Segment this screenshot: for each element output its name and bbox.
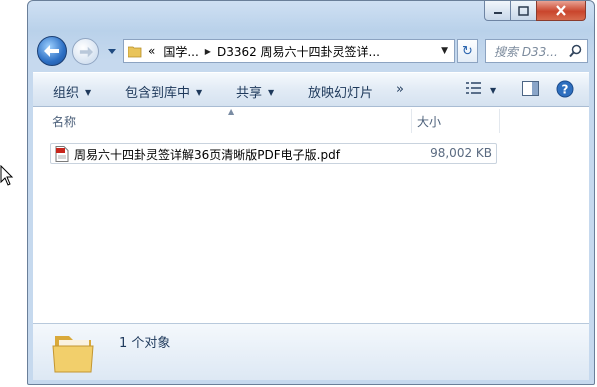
file-row[interactable]: 周易六十四卦灵签详解36页清晰版PDF电子版.pdf 98,002 KB xyxy=(50,143,497,164)
include-in-library-button[interactable]: 包含到库中 ▼ xyxy=(125,82,202,101)
help-button[interactable]: ? xyxy=(556,80,574,102)
navigation-bar: « 国学... ▶ D3362 周易六十四卦灵签详... ▼ ↻ 搜索 D33.… xyxy=(28,32,594,70)
refresh-icon: ↻ xyxy=(462,43,473,59)
help-icon: ? xyxy=(556,80,574,98)
close-button[interactable] xyxy=(536,1,586,21)
back-arrow-icon xyxy=(44,45,59,57)
column-header-name[interactable]: 名称 xyxy=(52,113,76,130)
close-icon xyxy=(556,5,566,16)
recent-pages-dropdown[interactable] xyxy=(107,48,117,56)
view-list-icon xyxy=(466,82,481,94)
folder-icon xyxy=(128,46,142,57)
maximize-button[interactable] xyxy=(510,1,537,21)
preview-pane-button[interactable] xyxy=(522,81,539,100)
breadcrumb-parent[interactable]: 国学... xyxy=(163,43,198,60)
column-divider[interactable] xyxy=(411,109,412,133)
refresh-button[interactable]: ↻ xyxy=(457,39,478,63)
file-size: 98,002 KB xyxy=(430,146,492,160)
details-pane: 1 个对象 xyxy=(33,323,589,380)
pdf-file-icon xyxy=(55,146,69,162)
breadcrumb-separator-icon[interactable]: ▶ xyxy=(205,47,211,56)
change-view-button[interactable]: ▼ xyxy=(466,81,496,99)
file-name: 周易六十四卦灵签详解36页清晰版PDF电子版.pdf xyxy=(74,148,340,162)
slideshow-button[interactable]: 放映幻灯片 xyxy=(308,82,373,101)
minimize-button[interactable] xyxy=(484,1,511,21)
column-header-size[interactable]: 大小 xyxy=(417,113,441,130)
forward-arrow-icon xyxy=(79,46,93,57)
minimize-icon xyxy=(493,11,502,14)
forward-button[interactable] xyxy=(72,38,99,65)
search-input[interactable]: 搜索 D33... xyxy=(485,39,588,63)
more-commands-button[interactable]: » xyxy=(396,82,404,97)
command-toolbar: 组织 ▼ 包含到库中 ▼ 共享 ▼ 放映幻灯片 » ▼ ? xyxy=(33,72,589,107)
search-placeholder: 搜索 D33... xyxy=(494,44,558,59)
folder-icon xyxy=(52,336,94,373)
address-bar[interactable]: « 国学... ▶ D3362 周易六十四卦灵签详... ▼ xyxy=(123,39,455,63)
file-list: ▲ 名称 大小 周易六十四卦灵签详解36页清晰版PDF电子版.pdf 98,00… xyxy=(33,107,589,323)
address-overflow[interactable]: « xyxy=(148,44,155,58)
share-button[interactable]: 共享 ▼ xyxy=(236,82,274,101)
explorer-window: « 国学... ▶ D3362 周易六十四卦灵签详... ▼ ↻ 搜索 D33.… xyxy=(27,0,595,385)
item-count: 1 个对象 xyxy=(119,336,171,351)
preview-pane-icon xyxy=(522,81,539,96)
svg-text:?: ? xyxy=(562,83,569,97)
organize-button[interactable]: 组织 ▼ xyxy=(53,82,91,101)
breadcrumb-current[interactable]: D3362 周易六十四卦灵签详... xyxy=(217,43,380,60)
sort-arrow-icon: ▲ xyxy=(228,107,235,116)
search-icon[interactable] xyxy=(569,44,582,58)
back-button[interactable] xyxy=(37,36,67,66)
column-divider[interactable] xyxy=(499,109,500,133)
mouse-cursor-icon xyxy=(0,165,14,186)
maximize-icon xyxy=(518,5,529,16)
address-dropdown-icon[interactable]: ▼ xyxy=(441,46,448,56)
